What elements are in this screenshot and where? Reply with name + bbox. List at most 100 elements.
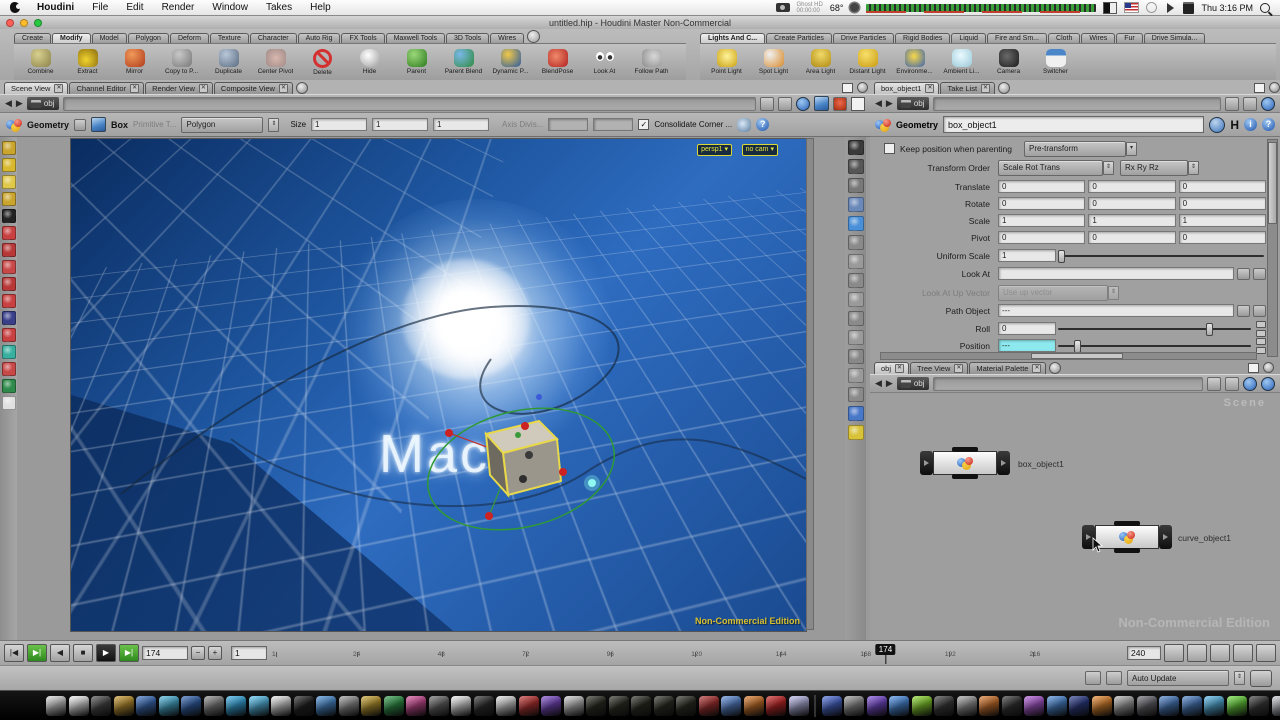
size-x-input[interactable]: 1 xyxy=(311,118,367,131)
houdini-handle-icon[interactable]: H xyxy=(1230,118,1239,132)
tool-follow-path[interactable]: Follow Path xyxy=(628,49,675,75)
menu-window[interactable]: Window xyxy=(203,2,257,13)
dock-app-icon[interactable] xyxy=(496,696,516,716)
dock-app-icon[interactable] xyxy=(91,696,111,716)
display-option-icon[interactable] xyxy=(848,140,864,155)
transform-order-dropdown[interactable]: Scale Rot Trans xyxy=(998,160,1103,176)
tool-camera[interactable]: Camera xyxy=(985,49,1032,75)
shelf-tab-maxwell[interactable]: Maxwell Tools xyxy=(386,33,445,43)
close-tab-icon[interactable]: ✕ xyxy=(954,364,963,373)
istat-icon[interactable] xyxy=(1183,2,1194,14)
shelf-tab-create-particles[interactable]: Create Particles xyxy=(766,33,832,43)
node-input-connector[interactable] xyxy=(1114,521,1140,526)
dock-app-icon[interactable] xyxy=(867,696,887,716)
viewport-tool-icon[interactable] xyxy=(2,226,16,240)
dock-app-icon[interactable] xyxy=(294,696,314,716)
pin-icon[interactable] xyxy=(778,97,792,111)
node-output-connector[interactable] xyxy=(952,474,978,479)
tab-channel-editor[interactable]: Channel Editor✕ xyxy=(69,82,144,94)
params-scrollbar[interactable] xyxy=(1267,139,1278,357)
consolidate-checkbox[interactable]: ✓ xyxy=(638,119,649,130)
stop-button[interactable]: ■ xyxy=(73,644,93,662)
tool-combine[interactable]: Combine xyxy=(17,49,64,75)
node-body[interactable] xyxy=(1095,525,1159,549)
pretransform-dropdown[interactable]: Pre-transform xyxy=(1024,141,1126,157)
viewport-tool-icon[interactable] xyxy=(2,396,16,410)
scale-x-input[interactable]: 1 xyxy=(998,214,1085,227)
menu-help[interactable]: Help xyxy=(301,2,340,13)
viewport-tool-icon[interactable] xyxy=(2,328,16,342)
menu-edit[interactable]: Edit xyxy=(117,2,152,13)
viewport-3d[interactable]: Mac persp xyxy=(70,138,807,632)
dock-app-icon[interactable] xyxy=(316,696,336,716)
dock-app-icon[interactable] xyxy=(586,696,606,716)
menu-houdini[interactable]: Houdini xyxy=(28,2,83,13)
translate-x-input[interactable]: 0 xyxy=(998,180,1085,193)
dock-app-icon[interactable] xyxy=(474,696,494,716)
dock-app-icon[interactable] xyxy=(844,696,864,716)
current-frame-input[interactable]: 174 xyxy=(142,646,188,660)
tool-switcher[interactable]: Switcher xyxy=(1032,49,1079,75)
maximize-pane-icon[interactable] xyxy=(1248,363,1259,373)
path-chip[interactable]: obj xyxy=(27,97,59,110)
close-tab-icon[interactable]: ✕ xyxy=(54,84,63,93)
display-option-icon[interactable] xyxy=(848,197,864,212)
viewport-tool-icon[interactable] xyxy=(2,294,16,308)
dock-app-icon[interactable] xyxy=(1249,696,1269,716)
dock-app-icon[interactable] xyxy=(339,696,359,716)
dock-app-icon[interactable] xyxy=(204,696,224,716)
dock-app-icon[interactable] xyxy=(1182,696,1202,716)
dock-app-icon[interactable] xyxy=(384,696,404,716)
tool-mirror[interactable]: Mirror xyxy=(111,49,158,75)
viewport-tool-icon[interactable] xyxy=(2,277,16,291)
display-option-icon[interactable] xyxy=(848,292,864,307)
close-tab-icon[interactable]: ✕ xyxy=(199,84,208,93)
shelf-tab-polygon[interactable]: Polygon xyxy=(128,33,169,43)
pane-options-icon[interactable] xyxy=(1263,362,1274,373)
viewport-tool-icon[interactable] xyxy=(2,209,16,223)
dock-app-icon[interactable] xyxy=(1272,696,1280,716)
display-option-icon[interactable] xyxy=(848,235,864,250)
tool-spot-light[interactable]: Spot Light xyxy=(750,49,797,75)
shelf-tab-rigid-bodies[interactable]: Rigid Bodies xyxy=(895,33,950,43)
rotate-y-input[interactable]: 0 xyxy=(1088,197,1175,210)
info-icon[interactable]: i xyxy=(1244,118,1257,131)
screen-recorder-icon[interactable] xyxy=(776,3,790,12)
path-dropdown-icon[interactable] xyxy=(1225,97,1239,111)
shelf-tab-wires2[interactable]: Wires xyxy=(1081,33,1115,43)
viewport-tool-icon[interactable] xyxy=(2,158,16,172)
spotlight-icon[interactable] xyxy=(1260,3,1270,13)
tool-copy-to-points[interactable]: Copy to P... xyxy=(158,49,205,75)
gear-icon[interactable] xyxy=(850,3,859,12)
realtime-toggle-icon[interactable] xyxy=(1187,644,1207,662)
dock-app-icon[interactable] xyxy=(699,696,719,716)
globe-icon[interactable] xyxy=(1243,377,1257,391)
help-icon[interactable]: ? xyxy=(756,118,769,131)
node-name-input[interactable]: box_object1 xyxy=(943,116,1204,133)
timeline[interactable]: 124487296120144168192216 174 xyxy=(276,643,1118,663)
menu-file[interactable]: File xyxy=(83,2,117,13)
end-frame-input[interactable]: 240 xyxy=(1127,646,1161,660)
back-icon[interactable]: ◀ xyxy=(875,98,882,109)
dock-app-icon[interactable] xyxy=(957,696,977,716)
dock-app-icon[interactable] xyxy=(979,696,999,716)
spinner-icon[interactable]: ⇕ xyxy=(1103,161,1114,175)
dock-app-icon[interactable] xyxy=(1204,696,1224,716)
forward-icon[interactable]: ▶ xyxy=(16,98,23,109)
shelf-tab-fxtools[interactable]: FX Tools xyxy=(341,33,384,43)
dock-app-icon[interactable] xyxy=(564,696,584,716)
memory-icon[interactable] xyxy=(1085,671,1101,685)
display-option-icon[interactable] xyxy=(848,311,864,326)
node-input-flag[interactable] xyxy=(920,451,933,475)
input-language-flag-icon[interactable] xyxy=(1124,2,1139,13)
frame-decrement-button[interactable]: − xyxy=(191,646,205,660)
sync-icon[interactable] xyxy=(1261,97,1275,111)
path-object-input[interactable]: --- xyxy=(998,304,1234,317)
path-dropdown-icon[interactable] xyxy=(1207,377,1221,391)
dock-app-icon[interactable] xyxy=(361,696,381,716)
shelf-menu-button[interactable] xyxy=(527,30,540,43)
shelf-tab-liquid[interactable]: Liquid xyxy=(951,33,986,43)
tool-distant-light[interactable]: Distant Light xyxy=(844,49,891,75)
frame-step-input[interactable]: 1 xyxy=(231,646,267,660)
pane-options-icon[interactable] xyxy=(857,82,868,93)
